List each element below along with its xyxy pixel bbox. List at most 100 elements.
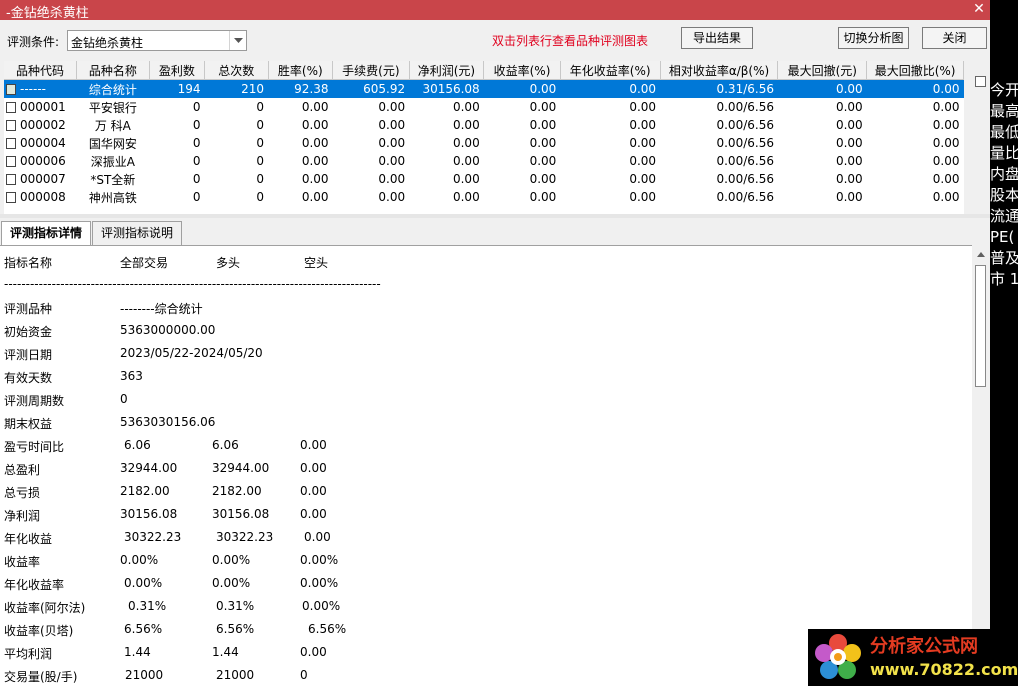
detail-value-all: 363 — [120, 369, 143, 383]
detail-value-all: --------综合统计 — [120, 302, 203, 316]
row-checkbox-icon[interactable] — [6, 156, 16, 167]
table-row[interactable]: 000008 神州高铁 0 0 0.00 0.00 0.00 0.00 0.00 0.00/6.5… — [4, 188, 964, 206]
table-cell: 000006 — [4, 152, 77, 170]
table-cell: 0.00 — [560, 79, 661, 98]
table-cell: 000007 — [4, 170, 77, 188]
detail-row: 年化收益 30322.23 30322.23 0.00 — [4, 530, 404, 548]
table-cell: 0.00 — [301, 154, 329, 168]
detail-value-long: 0.31% — [216, 599, 255, 613]
detail-row: 收益率(贝塔) 6.56% 6.56% 6.56% — [4, 622, 404, 640]
table-cell: 0.00/6.56 — [716, 136, 774, 150]
column-header[interactable]: 净利润(元) — [409, 61, 485, 80]
switch-chart-button[interactable]: 切换分析图 — [838, 27, 909, 49]
chevron-down-icon[interactable] — [229, 31, 246, 50]
scrollbar-thumb[interactable] — [975, 265, 986, 387]
detail-scrollbar[interactable] — [972, 245, 990, 686]
table-cell: 0.00 — [452, 154, 480, 168]
watermark-title: 分析家公式网 — [870, 636, 978, 657]
detail-row: 总盈利 32944.00 32944.00 0.00 — [4, 461, 404, 479]
detail-label: 总亏损 — [4, 486, 41, 500]
table-cell: 0.00 — [777, 79, 867, 98]
quote-field-label: 流通 — [990, 207, 1018, 225]
summary-row-icon[interactable] — [6, 84, 16, 95]
table-cell: 0.00 — [378, 136, 406, 150]
table-cell: 30156.08 — [409, 79, 484, 98]
quote-field-label: 量比 — [990, 144, 1018, 162]
table-cell: 0.00 — [452, 172, 480, 186]
table-row[interactable]: 000004 国华网安 0 0 0.00 0.00 0.00 0.00 0.00 0.00/6.5… — [4, 134, 964, 152]
table-cell: 605.92 — [332, 79, 410, 98]
table-cell: ------ — [4, 79, 77, 98]
detail-value-short: 0.00 — [304, 530, 331, 544]
table-cell: 0.00 — [301, 100, 329, 114]
tab-indicator-details[interactable]: 评测指标详情 — [1, 221, 91, 246]
column-header[interactable]: 品种代码 — [4, 61, 78, 80]
table-cell: 0.00 — [932, 100, 960, 114]
row-checkbox-icon[interactable] — [6, 102, 16, 113]
table-cell: 194 — [149, 79, 205, 98]
column-header[interactable]: 最大回撤(元) — [777, 61, 868, 80]
quote-field-label: 今开 — [990, 81, 1018, 99]
table-cell: 0 — [256, 172, 265, 186]
hint-text: 双击列表行查看品种评测图表 — [492, 34, 649, 48]
table-cell: 0.00 — [835, 190, 863, 204]
table-cell: 0.00 — [378, 172, 406, 186]
detail-panel: 指标名称 全部交易 多头 空头 ------------------------… — [0, 245, 972, 686]
condition-select[interactable]: 金钻绝杀黄柱 — [67, 30, 247, 51]
row-checkbox-icon[interactable] — [6, 138, 16, 149]
row-checkbox-icon[interactable] — [6, 120, 16, 131]
close-button[interactable]: 关闭 — [922, 27, 987, 49]
splitter[interactable] — [0, 214, 990, 218]
table-cell: 000004 — [4, 134, 77, 152]
table-cell: 0.00/6.56 — [716, 100, 774, 114]
table-cell: 0.00/6.56 — [716, 154, 774, 168]
table-row[interactable]: 000001 平安银行 0 0 0.00 0.00 0.00 0.00 0.00 0.00/6.5… — [4, 98, 964, 116]
column-header[interactable]: 相对收益率α/β(%) — [660, 61, 779, 80]
detail-value-long: 30156.08 — [212, 507, 270, 521]
table-cell: 0.00 — [529, 154, 557, 168]
column-header[interactable]: 手续费(元) — [332, 61, 410, 80]
detail-label: 评测日期 — [4, 348, 53, 362]
table-row[interactable]: 000006 深振业A 0 0 0.00 0.00 0.00 0.00 0.00 0.00/6.5… — [4, 152, 964, 170]
detail-row: 收益率(阿尔法) 0.31% 0.31% 0.00% — [4, 599, 404, 617]
table-row[interactable]: 000007 *ST全新 0 0 0.00 0.00 0.00 0.00 0.00 0.00/6.… — [4, 170, 964, 188]
table-cell: 平安银行 — [88, 100, 137, 115]
table-cell: 0.00 — [629, 190, 657, 204]
column-header[interactable]: 盈利数 — [149, 61, 206, 80]
column-header[interactable]: 胜率(%) — [268, 61, 334, 80]
table-cell: 0.00 — [866, 79, 964, 98]
row-checkbox-icon[interactable] — [6, 174, 16, 185]
table-cell: 0.00 — [301, 118, 329, 132]
side-checkbox[interactable] — [975, 76, 986, 87]
detail-label: 平均利润 — [4, 647, 53, 661]
detail-label: 年化收益 — [4, 532, 53, 546]
column-header[interactable]: 年化收益率(%) — [560, 61, 661, 80]
table-row[interactable]: ------ 综合统计 194 210 92.38 605.92 30156.08 0.00 0… — [4, 79, 964, 98]
detail-row: 总亏损 2182.00 2182.00 0.00 — [4, 484, 404, 502]
detail-value-short: 0.00% — [300, 553, 339, 567]
table-cell: 0.00 — [835, 172, 863, 186]
column-header[interactable]: 品种名称 — [76, 61, 150, 80]
column-header[interactable]: 总次数 — [204, 61, 269, 80]
table-cell: 0.00 — [629, 100, 657, 114]
cell-text: 000002 — [20, 118, 66, 132]
column-header[interactable]: 收益率(%) — [483, 61, 561, 80]
window-close-button[interactable]: ✕ — [968, 0, 990, 20]
cell-text: 000006 — [20, 154, 66, 168]
table-cell: 0.00/6.56 — [716, 118, 774, 132]
detail-row: 净利润 30156.08 30156.08 0.00 — [4, 507, 404, 525]
result-table[interactable]: 品种代码 品种名称 盈利数 总次数 胜率(%) 手续费(元) 净利润(元) 收益率(%) 年化收… — [4, 61, 964, 214]
scroll-up-icon[interactable] — [972, 245, 990, 263]
table-cell: 0.00 — [529, 118, 557, 132]
table-cell: 综合统计 — [76, 79, 150, 98]
table-row[interactable]: 000002 万 科A 0 0 0.00 0.00 0.00 0.00 0.00 0.00/6.5… — [4, 116, 964, 134]
export-button[interactable]: 导出结果 — [681, 27, 753, 49]
table-cell: 0.00 — [932, 154, 960, 168]
tab-indicator-help[interactable]: 评测指标说明 — [92, 221, 182, 245]
detail-header-short: 空头 — [304, 256, 329, 270]
column-header[interactable]: 最大回撤比(%) — [866, 61, 964, 80]
row-checkbox-icon[interactable] — [6, 192, 16, 203]
table-cell: 0 — [192, 118, 201, 132]
table-cell: 0 — [192, 172, 201, 186]
detail-label: 期末权益 — [4, 417, 53, 431]
